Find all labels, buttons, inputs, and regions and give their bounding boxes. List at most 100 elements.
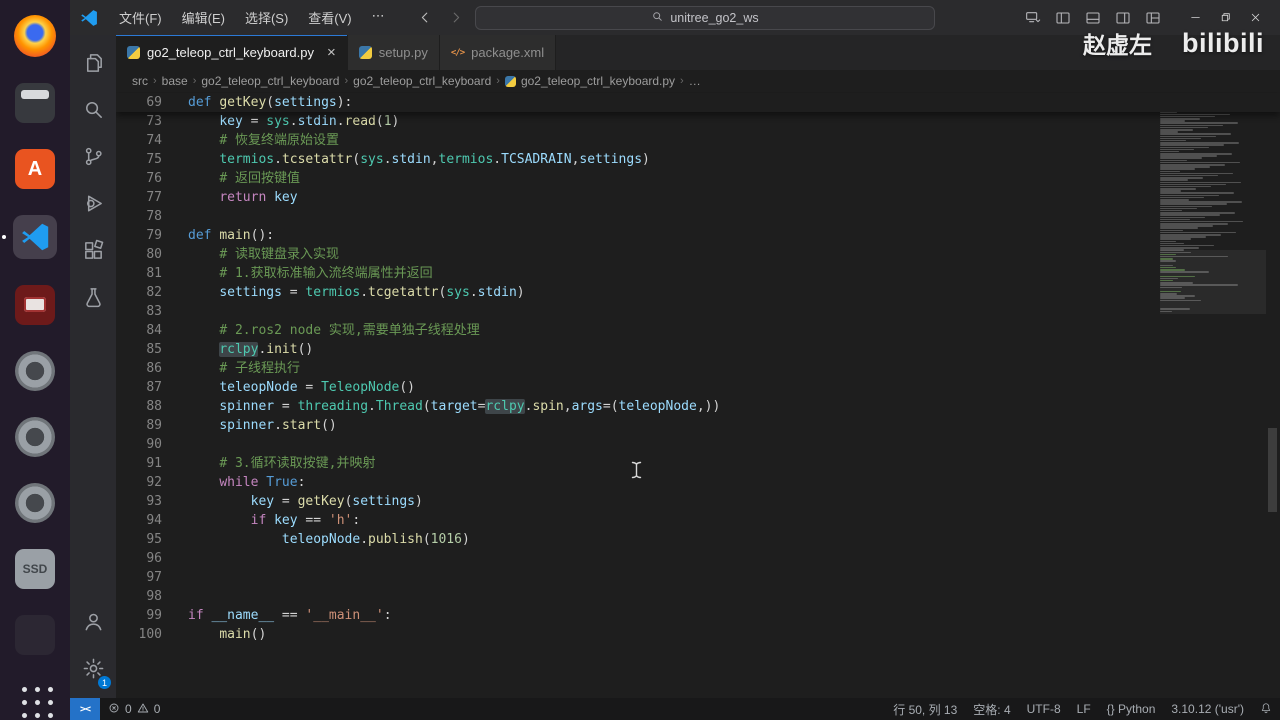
- code-line[interactable]: 80 # 读取键盘录入实现: [116, 245, 1280, 264]
- toggle-sidebar-icon[interactable]: [1050, 6, 1076, 30]
- back-button[interactable]: [415, 8, 435, 28]
- code-line[interactable]: 98: [116, 587, 1280, 606]
- editor-tab[interactable]: go2_teleop_ctrl_keyboard.py ×: [116, 35, 348, 70]
- code-line[interactable]: 89 spinner.start(): [116, 416, 1280, 435]
- dock-item-app-placeholder-4[interactable]: [13, 615, 57, 655]
- titlebar: 文件(F) 编辑(E) 选择(S) 查看(V) ⋯ unitree_go2_ws: [70, 0, 1280, 35]
- dock-item-app-placeholder-1[interactable]: [13, 351, 57, 391]
- tab-close-icon[interactable]: ×: [327, 45, 336, 60]
- code-line[interactable]: 90: [116, 435, 1280, 454]
- cursor-position[interactable]: 行 50, 列 13: [885, 698, 965, 720]
- menu-more[interactable]: ⋯: [363, 5, 394, 30]
- code-line[interactable]: 94 if key == 'h':: [116, 511, 1280, 530]
- code-line[interactable]: 92 while True:: [116, 473, 1280, 492]
- code-line[interactable]: 73 key = sys.stdin.read(1): [116, 112, 1280, 131]
- breadcrumb[interactable]: src › base › go2_teleop_ctrl_keyboard › go2_te…: [116, 70, 1280, 92]
- activitybar-explorer[interactable]: [70, 41, 116, 88]
- minimap[interactable]: [1160, 94, 1266, 313]
- python-interpreter[interactable]: 3.10.12 ('usr'): [1163, 698, 1252, 720]
- mouse-cursor-ibeam: [631, 461, 642, 484]
- dock-item-app-a[interactable]: A: [13, 149, 57, 189]
- dock-item-firefox[interactable]: [13, 15, 57, 57]
- customize-layout-icon[interactable]: [1140, 6, 1166, 30]
- dock-item-media-app[interactable]: [13, 285, 57, 325]
- minimap-line: [1160, 159, 1187, 162]
- workbench: 1 go2_teleop_ctrl_keyboard.py × setup.py </…: [70, 35, 1280, 698]
- code-editor[interactable]: 69 def getKey(settings): 73 key = sys.std…: [116, 92, 1280, 698]
- python-file-icon: [504, 75, 516, 87]
- line-number: 89: [146, 418, 162, 433]
- code-line[interactable]: 97: [116, 568, 1280, 587]
- menu-编辑[interactable]: 编辑(E): [173, 5, 234, 30]
- minimap-line: [1160, 260, 1176, 262]
- activitybar-run-debug[interactable]: [70, 182, 116, 229]
- breadcrumb-item[interactable]: go2_teleop_ctrl_keyboard: [201, 74, 339, 88]
- notifications-bell[interactable]: [1252, 698, 1280, 720]
- menu-文件[interactable]: 文件(F): [110, 5, 171, 30]
- dock-item-vscode[interactable]: [2, 215, 57, 259]
- activitybar-account[interactable]: [70, 600, 116, 647]
- indentation[interactable]: 空格: 4: [965, 698, 1018, 720]
- vertical-scrollbar[interactable]: [1268, 428, 1277, 512]
- code-line[interactable]: 76 # 返回按键值: [116, 169, 1280, 188]
- dock-item-app-placeholder-2[interactable]: [13, 417, 57, 457]
- breadcrumb-item[interactable]: go2_teleop_ctrl_keyboard.py: [504, 74, 675, 88]
- restore-window-button[interactable]: [1210, 5, 1240, 31]
- language-mode[interactable]: {} Python: [1099, 698, 1164, 720]
- eol[interactable]: LF: [1069, 698, 1099, 720]
- close-window-button[interactable]: [1240, 5, 1270, 31]
- minimap-line: [1160, 124, 1223, 127]
- code-line[interactable]: 84 # 2.ros2 node 实现,需要单独子线程处理: [116, 321, 1280, 340]
- activitybar-source-control[interactable]: [70, 135, 116, 182]
- toggle-panel-icon[interactable]: [1080, 6, 1106, 30]
- activitybar-testing[interactable]: [70, 276, 116, 323]
- code-line[interactable]: 75 termios.tcsetattr(sys.stdin,termios.T…: [116, 150, 1280, 169]
- activitybar-search[interactable]: [70, 88, 116, 135]
- dock-item-files-app[interactable]: [13, 83, 57, 123]
- line-number: 97: [146, 570, 162, 585]
- code-line[interactable]: 83: [116, 302, 1280, 321]
- breadcrumb-item[interactable]: base: [162, 74, 188, 88]
- dock-item-app-placeholder-3[interactable]: [13, 483, 57, 523]
- code-line[interactable]: 74 # 恢复终端原始设置: [116, 131, 1280, 150]
- activitybar-extensions[interactable]: [70, 229, 116, 276]
- breadcrumb-item[interactable]: go2_teleop_ctrl_keyboard: [353, 74, 491, 88]
- code-line[interactable]: 82 settings = termios.tcgetattr(sys.stdi…: [116, 283, 1280, 302]
- code-line[interactable]: 99 if __name__ == '__main__':: [116, 606, 1280, 625]
- toggle-secondary-sidebar-icon[interactable]: [1110, 6, 1136, 30]
- menu-查看[interactable]: 查看(V): [299, 5, 360, 30]
- code-line[interactable]: 81 # 1.获取标准输入流终端属性并返回: [116, 264, 1280, 283]
- dock-item-ssd-disk[interactable]: SSD: [13, 549, 57, 589]
- forward-button[interactable]: [445, 8, 465, 28]
- code-line[interactable]: 95 teleopNode.publish(1016): [116, 530, 1280, 549]
- menu-选择[interactable]: 选择(S): [236, 5, 297, 30]
- code-line[interactable]: 87 teleopNode = TeleopNode(): [116, 378, 1280, 397]
- encoding[interactable]: UTF-8: [1019, 698, 1069, 720]
- code-line[interactable]: 79 def main():: [116, 226, 1280, 245]
- code-line[interactable]: 69 def getKey(settings):: [116, 93, 1280, 112]
- editor-tab[interactable]: setup.py: [347, 35, 440, 70]
- line-number: 92: [146, 475, 162, 490]
- problems-indicator[interactable]: 0 0: [100, 698, 168, 720]
- display-dropdown-icon[interactable]: [1020, 6, 1046, 30]
- breadcrumb-item[interactable]: src: [132, 74, 148, 88]
- dock-item-show-applications[interactable]: [13, 681, 57, 719]
- code-line[interactable]: 85 rclpy.init(): [116, 340, 1280, 359]
- sticky-scroll-line[interactable]: 69 def getKey(settings):: [116, 93, 1280, 112]
- minimize-window-button[interactable]: [1180, 5, 1210, 31]
- code-line[interactable]: 96: [116, 549, 1280, 568]
- breadcrumb-item[interactable]: …: [689, 74, 701, 88]
- editor-tab[interactable]: </> package.xml: [439, 35, 557, 70]
- code-line[interactable]: 93 key = getKey(settings): [116, 492, 1280, 511]
- code-line[interactable]: 91 # 3.循环读取按键,并映射: [116, 454, 1280, 473]
- remote-indicator[interactable]: ><: [70, 698, 100, 720]
- command-center-search[interactable]: unitree_go2_ws: [475, 5, 935, 30]
- line-number: 99: [146, 608, 162, 623]
- code-text: # 返回按键值: [219, 171, 300, 186]
- code-line[interactable]: 88 spinner = threading.Thread(target=rcl…: [116, 397, 1280, 416]
- activitybar-settings[interactable]: 1: [70, 647, 116, 694]
- code-line[interactable]: 77 return key: [116, 188, 1280, 207]
- code-line[interactable]: 86 # 子线程执行: [116, 359, 1280, 378]
- code-line[interactable]: 78: [116, 207, 1280, 226]
- code-line[interactable]: 100 main(): [116, 625, 1280, 644]
